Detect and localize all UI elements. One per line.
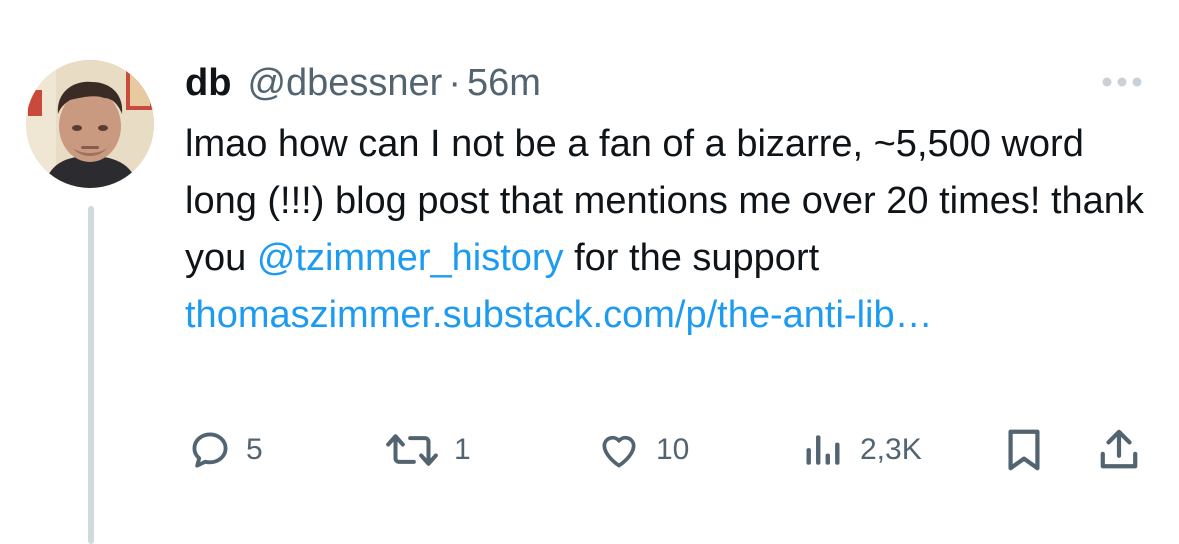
tweet-header: db @dbessner · 56m xyxy=(185,58,541,108)
bookmark-icon xyxy=(1008,429,1040,471)
like-button[interactable]: 10 xyxy=(596,420,689,480)
tweet[interactable]: db @dbessner · 56m lmao how can I not be… xyxy=(0,0,1179,544)
views-count: 2,3K xyxy=(860,433,922,466)
reply-icon xyxy=(192,432,228,468)
separator: · xyxy=(448,62,461,104)
author-name[interactable]: db xyxy=(185,58,231,108)
retweet-button[interactable]: 1 xyxy=(384,420,471,480)
like-count: 10 xyxy=(656,433,690,466)
retweet-icon xyxy=(386,434,438,466)
thread-line xyxy=(88,206,94,544)
tweet-text-continued: for the support xyxy=(563,237,820,279)
reply-button[interactable]: 5 xyxy=(188,420,263,480)
share-icon xyxy=(1100,429,1138,469)
timestamp[interactable]: 56m xyxy=(467,58,541,108)
author-handle[interactable]: @dbessner xyxy=(247,58,442,108)
more-horizontal-icon xyxy=(1102,77,1142,87)
retweet-count: 1 xyxy=(454,433,471,466)
url-link[interactable]: thomaszimmer.substack.com/p/the-anti-lib… xyxy=(185,294,933,336)
avatar[interactable] xyxy=(26,60,154,188)
views-icon xyxy=(806,435,840,465)
views-button[interactable]: 2,3K xyxy=(800,420,922,480)
more-button[interactable] xyxy=(1097,72,1147,92)
bookmark-button[interactable] xyxy=(1004,420,1044,480)
tweet-text: lmao how can I not be a fan of a bizarre… xyxy=(185,116,1165,344)
avatar-photo xyxy=(26,60,154,188)
heart-icon xyxy=(602,435,636,468)
share-button[interactable] xyxy=(1098,420,1140,480)
action-bar: 5 1 10 2,3K xyxy=(0,420,1179,480)
mention-link[interactable]: @tzimmer_history xyxy=(257,237,564,279)
reply-count: 5 xyxy=(246,433,263,466)
